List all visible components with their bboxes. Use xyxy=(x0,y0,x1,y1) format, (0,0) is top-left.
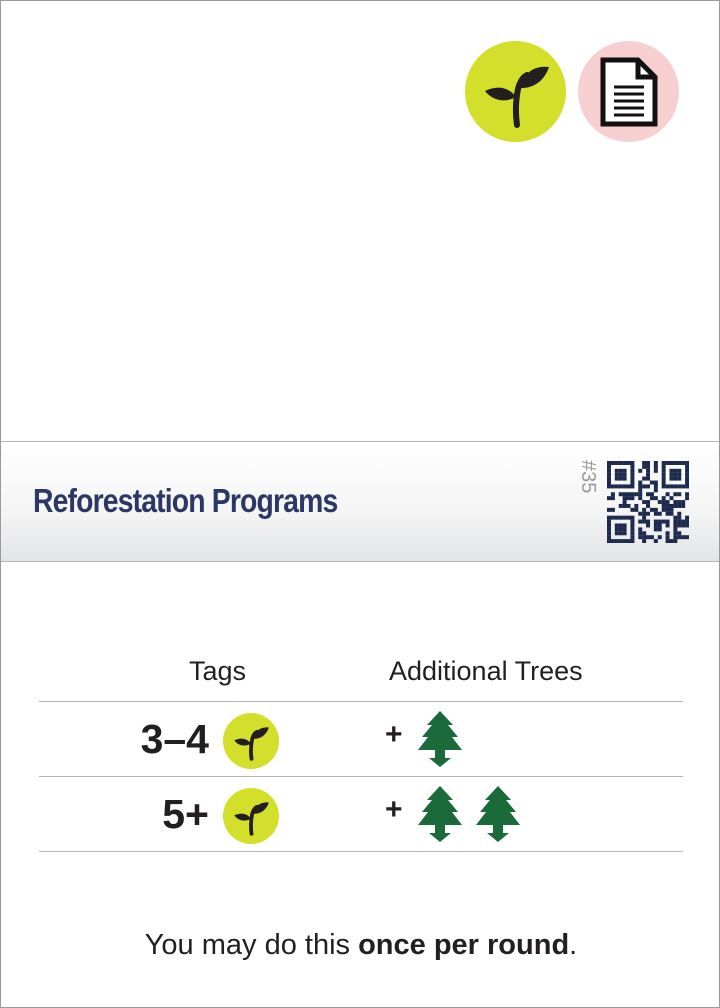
card-number: #35 xyxy=(577,460,599,494)
tree-group xyxy=(417,710,463,768)
header-tags: Tags xyxy=(189,656,247,686)
sprout-icon-badge xyxy=(465,41,566,142)
document-icon-badge xyxy=(578,41,679,142)
header-additional-trees: Additional Trees xyxy=(389,656,583,686)
sprout-icon xyxy=(223,788,279,844)
tree-icon xyxy=(418,711,462,767)
tag-icon-wrap xyxy=(223,713,279,769)
sprout-icon xyxy=(484,66,549,128)
tree-icon xyxy=(418,786,462,842)
plus-sign: + xyxy=(385,718,403,751)
footer-prefix: You may do this xyxy=(144,929,359,961)
sprout-icon xyxy=(223,713,279,769)
sprout-glyph xyxy=(234,727,269,761)
top-icons xyxy=(465,41,679,142)
tree-icon xyxy=(476,786,520,842)
plus-sign: + xyxy=(385,793,403,826)
tag-icon-wrap xyxy=(223,788,279,844)
qr-code-icon xyxy=(607,461,689,543)
tree-group xyxy=(417,785,521,843)
tag-count: 5+ xyxy=(162,791,209,837)
table-header: Tags Additional Trees xyxy=(39,646,683,702)
document-icon xyxy=(600,57,657,126)
footer-rule-text: You may do this once per round. xyxy=(1,929,720,962)
table-row: 5+ + xyxy=(39,777,683,852)
card-title: Reforestation Programs xyxy=(33,482,338,519)
title-band: Reforestation Programs #35 xyxy=(1,441,719,562)
table-row: 3–4 + xyxy=(39,702,683,777)
footer-suffix: . xyxy=(569,929,578,961)
tag-count: 3–4 xyxy=(140,716,209,762)
card: Reforestation Programs #35 Tags Addition… xyxy=(0,0,720,1008)
footer-bold: once per round xyxy=(358,929,570,961)
rewards-table: Tags Additional Trees 3–4 + 5+ + xyxy=(39,646,683,852)
sprout-glyph xyxy=(234,802,269,836)
